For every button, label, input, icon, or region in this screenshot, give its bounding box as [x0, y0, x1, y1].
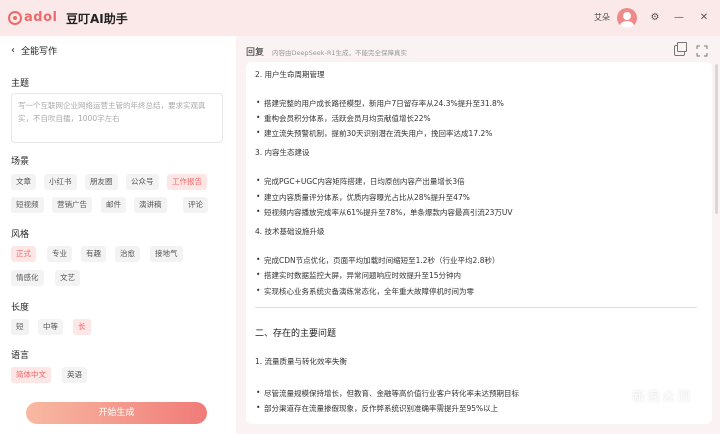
- style-option[interactable]: 有趣: [81, 246, 106, 262]
- style-option[interactable]: 文艺: [55, 270, 80, 286]
- length-label: 长度: [11, 303, 30, 313]
- list-item: 尽管流量规模保持增长，但教育、金融等高价值行业客户转化率未达预期目标: [256, 388, 519, 399]
- avatar[interactable]: [617, 8, 637, 28]
- length-option[interactable]: 短: [11, 319, 29, 335]
- list-item: 搭建实时数据监控大屏，异常问题响应时效提升至15分钟内: [256, 270, 461, 281]
- user-name[interactable]: 艾朵: [594, 12, 610, 23]
- scene-option[interactable]: 短视频: [11, 197, 44, 213]
- style-label: 风格: [11, 230, 30, 240]
- app-logo: adol: [8, 10, 57, 25]
- style-option-selected[interactable]: 正式: [11, 246, 36, 262]
- list-item: 完成CDN节点优化，页面平均加载时间缩短至1.2秒（行业平均2.8秒）: [256, 255, 500, 266]
- section-heading: 4. 技术基础设施升级: [255, 227, 325, 236]
- length-option-selected[interactable]: 长: [73, 319, 91, 335]
- reply-panel: 回复 内容由DeepSeek-R1生成，不能完全保障真实 2. 用户生命周期管理…: [236, 36, 720, 434]
- scene-option[interactable]: 评论: [183, 197, 208, 213]
- topic-label: 主题: [11, 79, 30, 89]
- language-label: 语言: [11, 351, 30, 361]
- settings-gear-icon[interactable]: ⚙: [648, 11, 662, 25]
- list-item: 部分渠道存在流量掺假现象，反作弊系统识别准确率需提升至95%以上: [256, 403, 498, 414]
- chapter-heading: 二、存在的主要问题: [255, 329, 337, 339]
- style-option[interactable]: 情感化: [11, 270, 44, 286]
- section-heading: 1. 流量质量与转化效率失衡: [255, 357, 348, 366]
- start-generate-button[interactable]: 开始生成: [26, 402, 207, 424]
- list-item: 实现核心业务系统灾备演练常态化，全年重大故障停机时间为零: [256, 286, 474, 297]
- back-button[interactable]: ‹ 全能写作: [11, 44, 57, 57]
- close-icon[interactable]: ✕: [697, 11, 711, 25]
- length-option[interactable]: 中等: [38, 319, 63, 335]
- section-heading: 2. 用户生命周期管理: [255, 70, 325, 79]
- section-heading: 3. 内容生态建设: [255, 148, 310, 157]
- language-option[interactable]: 英语: [62, 367, 87, 383]
- back-label: 全能写作: [21, 47, 58, 57]
- reply-label: 回复: [246, 48, 265, 58]
- scene-option[interactable]: 邮件: [101, 197, 126, 213]
- style-option[interactable]: 治愈: [115, 246, 140, 262]
- chevron-left-icon: ‹: [11, 45, 15, 56]
- reply-disclaimer: 内容由DeepSeek-R1生成，不能完全保障真实: [272, 49, 408, 57]
- expand-icon[interactable]: [696, 45, 708, 57]
- title-bar: adol 豆叮AI助手 艾朵 ⚙ — ✕: [0, 0, 720, 36]
- list-item: 重构会员积分体系，活跃会员月均贡献值增长22%: [256, 113, 431, 124]
- scene-option[interactable]: 文章: [11, 174, 36, 190]
- list-item: 建立内容质量评分体系，优质内容曝光占比从28%提升至47%: [256, 192, 470, 203]
- writing-options-panel: ‹ 全能写作 主题 写一个互联网企业网络运营主管的年终总结，要求实观真实，不自吹…: [0, 36, 236, 434]
- scene-option[interactable]: 公众号: [126, 174, 159, 190]
- scene-option[interactable]: 演讲稿: [134, 197, 167, 213]
- list-item: 短视频内容播放完成率从61%提升至78%，单条爆款内容最高引流23万UV: [256, 207, 513, 218]
- language-option-selected[interactable]: 简体中文: [11, 367, 51, 383]
- topic-input[interactable]: 写一个互联网企业网络运营主管的年终总结，要求实观真实，不自吹自擂，1000字左右: [11, 93, 223, 143]
- list-item: 建立流失预警机制，提前30天识别潜在流失用户，挽回率达成17.2%: [256, 128, 492, 139]
- scene-label: 场景: [11, 157, 30, 167]
- list-item: 搭建完整的用户成长路径模型，新用户7日留存率从24.3%提升至31.8%: [256, 98, 504, 109]
- scene-option[interactable]: 营销广告: [52, 197, 92, 213]
- style-option[interactable]: 专业: [47, 246, 72, 262]
- logo-icon: [8, 10, 22, 25]
- minimize-icon[interactable]: —: [672, 11, 686, 25]
- reply-content: 2. 用户生命周期管理 搭建完整的用户成长路径模型，新用户7日留存率从24.3%…: [246, 62, 712, 424]
- watermark: 新浪众测: [632, 390, 693, 405]
- copy-icon[interactable]: [674, 42, 687, 56]
- scene-option[interactable]: 朋友圈: [85, 174, 118, 190]
- list-item: 完成PGC+UGC内容矩阵搭建，日均原创内容产出量增长3倍: [256, 176, 465, 187]
- style-option[interactable]: 接地气: [150, 246, 183, 262]
- scene-option-selected[interactable]: 工作报告: [167, 174, 207, 190]
- scene-option[interactable]: 小红书: [44, 174, 77, 190]
- logo-text: adol: [24, 10, 58, 25]
- app-title: 豆叮AI助手: [66, 12, 128, 26]
- scrollbar[interactable]: [715, 64, 718, 214]
- divider: [255, 307, 697, 308]
